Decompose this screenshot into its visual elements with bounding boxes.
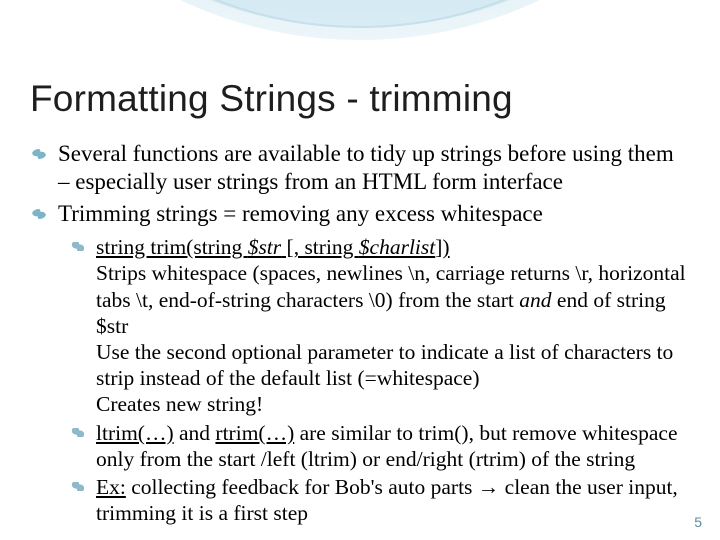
text: strip instead of the default list (=whit… [96, 366, 479, 390]
text: ]) [435, 235, 449, 259]
bullet-list: Several functions are available to tidy … [30, 140, 694, 527]
text: $charlist [359, 235, 435, 259]
text: Ex: [96, 475, 126, 499]
text: collecting feedback for Bob's auto parts… [126, 475, 678, 499]
text: $str [248, 235, 281, 259]
text: string trim(string [96, 235, 248, 259]
text: [, string [281, 235, 359, 259]
text: Use the second optional parameter to ind… [96, 340, 673, 364]
text: are similar to trim(), but remove whites… [294, 421, 677, 445]
list-item: ltrim(…) and rtrim(…) are similar to tri… [72, 420, 694, 472]
text: ltrim(…) [96, 421, 174, 445]
text: Trimming strings = removing any excess w… [58, 201, 543, 226]
text: rtrim(…) [215, 421, 294, 445]
text: Strips whitespace (spaces, newlines \n, … [96, 261, 686, 285]
list-item: Several functions are available to tidy … [30, 140, 694, 196]
list-item: string trim(string $str [, string $charl… [72, 234, 694, 418]
text: only from the start /left (ltrim) or end… [96, 447, 635, 471]
text: tabs \t, end-of-string characters \0) fr… [96, 288, 519, 312]
text: and [519, 288, 551, 312]
text: and [174, 421, 216, 445]
text: Several functions are available to tidy … [58, 141, 674, 166]
list-item: Trimming strings = removing any excess w… [30, 200, 694, 526]
text: trimming it is a first step [96, 501, 308, 525]
slide-title: Formatting Strings - trimming [30, 78, 694, 120]
sub-list: string trim(string $str [, string $charl… [58, 234, 694, 526]
text: Creates new string! [96, 392, 263, 416]
slide: Formatting Strings - trimming Several fu… [0, 0, 720, 540]
text: – especially user strings from an HTML f… [58, 169, 563, 194]
page-number: 5 [694, 514, 702, 530]
list-item: Ex: collecting feedback for Bob's auto p… [72, 474, 694, 526]
